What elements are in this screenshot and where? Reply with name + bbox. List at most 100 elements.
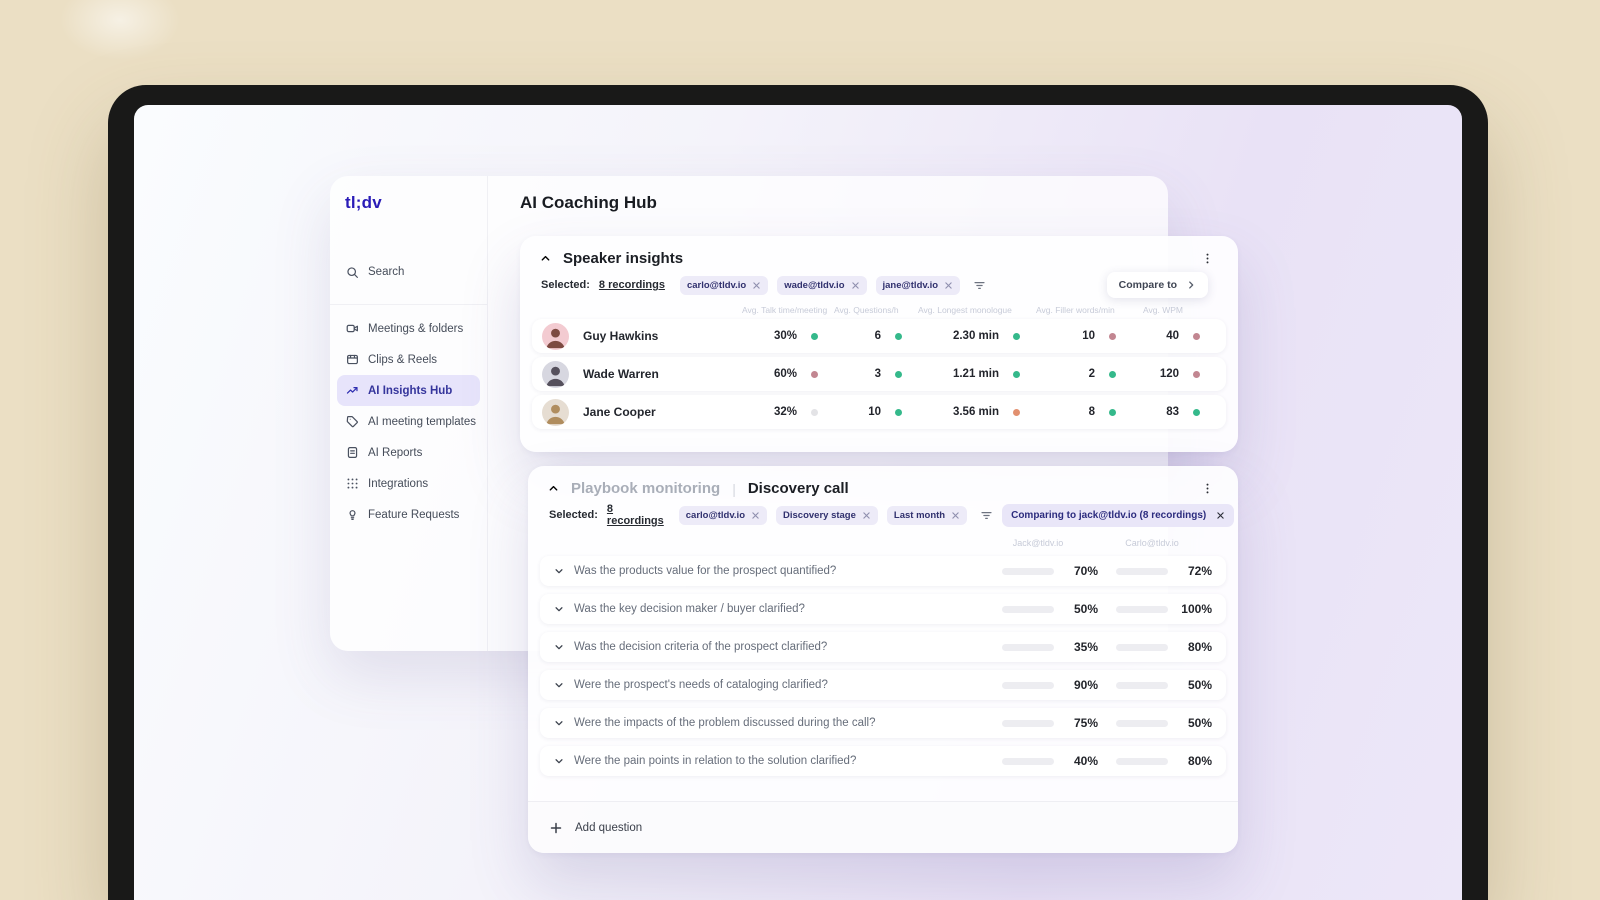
status-dot xyxy=(811,408,818,416)
question-text: Were the pain points in relation to the … xyxy=(574,755,857,767)
column-header: Avg. Filler words/min xyxy=(1036,305,1115,315)
question-row[interactable]: Were the prospect's needs of cataloging … xyxy=(540,670,1226,700)
progress-group: 70% xyxy=(1002,564,1098,578)
search-button[interactable]: Search xyxy=(338,260,479,284)
progress-group: 80% xyxy=(1116,640,1212,654)
question-text: Were the impacts of the problem discusse… xyxy=(574,717,876,729)
selected-recordings-link[interactable]: 8 recordings xyxy=(599,279,665,291)
chevron-down-icon[interactable] xyxy=(554,756,564,766)
progress-group: 50% xyxy=(1116,678,1212,692)
question-row[interactable]: Were the pain points in relation to the … xyxy=(540,746,1226,776)
collapse-chevron-up-icon[interactable] xyxy=(540,253,551,264)
progress-group: 72% xyxy=(1116,564,1212,578)
filter-chip[interactable]: wade@tldv.io xyxy=(777,275,867,295)
title-separator: | xyxy=(732,480,736,497)
speaker-name: Guy Hawkins xyxy=(583,329,659,343)
metric-value: 3 xyxy=(874,368,881,380)
progress-group: 50% xyxy=(1002,602,1098,616)
chevron-down-icon[interactable] xyxy=(554,680,564,690)
plus-icon xyxy=(550,822,562,834)
progress-percent: 80% xyxy=(1187,754,1212,768)
avatar xyxy=(542,322,569,350)
speaker-table-rows: Guy Hawkins 30% 6 2.30 min 10 40 Wade Wa… xyxy=(520,319,1238,429)
filter-icon[interactable] xyxy=(973,279,986,292)
question-row[interactable]: Was the products value for the prospect … xyxy=(540,556,1226,586)
close-icon[interactable] xyxy=(862,511,871,520)
status-dot xyxy=(1109,370,1116,378)
speaker-insights-header: Speaker insights xyxy=(520,236,1238,267)
metric-cell: 6 xyxy=(834,330,918,342)
sidebar-item-ai-meeting-templates[interactable]: AI meeting templates xyxy=(337,406,480,437)
chevron-down-icon[interactable] xyxy=(554,566,564,576)
collapse-chevron-up-icon[interactable] xyxy=(548,483,559,494)
metric-cell: 2 xyxy=(1036,368,1132,380)
add-question-button[interactable]: Add question xyxy=(528,801,1238,853)
kebab-menu-icon[interactable] xyxy=(1201,252,1214,265)
sidebar-item-feature-requests[interactable]: Feature Requests xyxy=(337,499,480,530)
progress-track xyxy=(1116,757,1168,765)
progress-percent: 80% xyxy=(1187,640,1212,654)
progress-group: 100% xyxy=(1116,602,1212,616)
chevron-down-icon[interactable] xyxy=(554,604,564,614)
question-row[interactable]: Were the impacts of the problem discusse… xyxy=(540,708,1226,738)
sidebar-item-label: AI Insights Hub xyxy=(368,384,453,397)
close-icon[interactable] xyxy=(751,511,760,520)
progress-percent: 90% xyxy=(1073,678,1098,692)
status-dot xyxy=(1013,370,1020,378)
filter-chip-label: carlo@tldv.io xyxy=(686,279,747,291)
speaker-name: Jane Cooper xyxy=(583,405,656,419)
metric-value: 40 xyxy=(1166,330,1179,342)
speaker-row[interactable]: Guy Hawkins 30% 6 2.30 min 10 40 xyxy=(532,319,1226,353)
sidebar: tl;dv Search Meetings & folders Clips & … xyxy=(330,176,488,651)
metric-value: 6 xyxy=(874,330,881,342)
close-icon[interactable] xyxy=(1216,511,1225,520)
sidebar-item-meetings-folders[interactable]: Meetings & folders xyxy=(337,313,480,344)
search-label: Search xyxy=(368,266,405,278)
report-icon xyxy=(346,446,359,459)
metric-value: 10 xyxy=(1082,330,1095,342)
status-dot xyxy=(895,370,902,378)
kebab-menu-icon[interactable] xyxy=(1201,482,1214,495)
sidebar-item-clips-reels[interactable]: Clips & Reels xyxy=(337,344,480,375)
sidebar-item-ai-reports[interactable]: AI Reports xyxy=(337,437,480,468)
status-dot xyxy=(1013,408,1020,416)
close-icon[interactable] xyxy=(944,281,953,290)
close-icon[interactable] xyxy=(752,281,761,290)
progress-track xyxy=(1002,719,1054,727)
filter-chip-label: jane@tldv.io xyxy=(882,279,939,291)
filter-chip[interactable]: Discovery stage xyxy=(776,505,878,525)
close-icon[interactable] xyxy=(851,281,860,290)
speaker-row[interactable]: Wade Warren 60% 3 1.21 min 2 120 xyxy=(532,357,1226,391)
sidebar-item-label: AI Reports xyxy=(368,446,423,459)
question-row[interactable]: Was the key decision maker / buyer clari… xyxy=(540,594,1226,624)
sidebar-items: Meetings & folders Clips & Reels AI Insi… xyxy=(330,313,487,530)
close-icon[interactable] xyxy=(951,511,960,520)
filter-chip[interactable]: carlo@tldv.io xyxy=(679,275,769,295)
chevron-down-icon[interactable] xyxy=(554,642,564,652)
speaker-filter-bar: Selected: 8 recordings carlo@tldv.io wad… xyxy=(520,272,1238,298)
playbook-title: Discovery call xyxy=(747,480,849,497)
filter-chip[interactable]: carlo@tldv.io xyxy=(678,505,768,525)
progress-track xyxy=(1002,757,1054,765)
laptop-frame: tl;dv Search Meetings & folders Clips & … xyxy=(108,85,1488,900)
tag-icon xyxy=(346,415,359,428)
bulb-icon xyxy=(346,508,359,521)
sidebar-item-ai-insights-hub[interactable]: AI Insights Hub xyxy=(337,375,480,406)
metric-cell: 30% xyxy=(742,330,834,342)
metric-cell: 10 xyxy=(1036,330,1132,342)
progress-group: 40% xyxy=(1002,754,1098,768)
filter-icon[interactable] xyxy=(980,509,993,522)
playbook-column-labels: Jack@tldv.io Carlo@tldv.io xyxy=(528,538,1238,548)
question-row[interactable]: Was the decision criteria of the prospec… xyxy=(540,632,1226,662)
filter-chip[interactable]: Last month xyxy=(886,505,968,525)
metric-cell: 32% xyxy=(742,406,834,418)
speaker-row[interactable]: Jane Cooper 32% 10 3.56 min 8 83 xyxy=(532,395,1226,429)
metric-value: 60% xyxy=(773,368,797,380)
selected-recordings-link[interactable]: 8 recordings xyxy=(607,503,664,527)
progress-group: 90% xyxy=(1002,678,1098,692)
chevron-down-icon[interactable] xyxy=(554,718,564,728)
sidebar-item-integrations[interactable]: Integrations xyxy=(337,468,480,499)
compare-to-button[interactable]: Compare to xyxy=(1106,272,1208,298)
metric-cell: 2.30 min xyxy=(918,330,1036,342)
filter-chip[interactable]: jane@tldv.io xyxy=(875,275,961,295)
